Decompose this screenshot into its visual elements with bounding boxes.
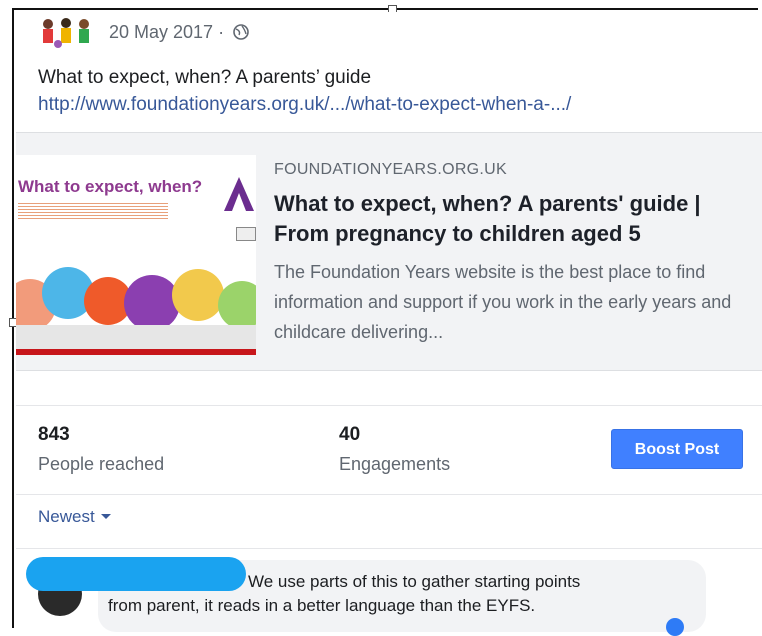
children-faces-image xyxy=(16,267,256,350)
boost-post-button[interactable]: Boost Post xyxy=(611,429,743,469)
engagements-label: Engagements xyxy=(339,454,451,474)
reaction-icon[interactable] xyxy=(666,618,684,636)
engagements-stat[interactable]: 40 Engagements xyxy=(339,424,450,475)
page-avatar[interactable] xyxy=(38,16,102,50)
people-reached-stat[interactable]: 843 People reached xyxy=(38,424,164,475)
post-text: What to expect, when? A parents’ guide xyxy=(38,67,372,88)
thumbnail-footer-bar xyxy=(16,349,256,355)
globe-icon xyxy=(233,24,249,40)
link-thumbnail[interactable]: What to expect, when? xyxy=(16,155,256,355)
facebook-post: 20 May 2017 · What to expect, when? A pa… xyxy=(16,12,762,636)
comment-sort-dropdown[interactable]: Newest xyxy=(38,507,111,527)
card-title[interactable]: What to expect, when? A parents' guide |… xyxy=(274,189,754,249)
link-preview-card[interactable]: What to expect, when? FOUNDATIONYEARS.OR… xyxy=(16,132,762,371)
thumbnail-title: What to expect, when? xyxy=(18,177,203,196)
logo-icon xyxy=(224,177,254,211)
post-date[interactable]: 20 May 2017 · xyxy=(109,22,249,43)
sort-label: Newest xyxy=(38,507,95,526)
card-description: The Foundation Years website is the best… xyxy=(274,262,732,342)
card-domain: FOUNDATIONYEARS.ORG.UK xyxy=(274,161,507,178)
redacted-name xyxy=(26,557,246,591)
card-text: FOUNDATIONYEARS.ORG.UK What to expect, w… xyxy=(274,161,754,347)
engagements-value: 40 xyxy=(339,424,361,445)
thumbnail-subtitle-decoration xyxy=(18,201,168,219)
comment-text-line-1: We use parts of this to gather starting … xyxy=(248,572,581,591)
people-reached-label: People reached xyxy=(38,454,165,474)
divider xyxy=(16,548,762,549)
document-icon xyxy=(236,227,256,241)
post-stats-bar: 843 People reached 40 Engagements Boost … xyxy=(16,405,762,495)
people-reached-value: 843 xyxy=(38,424,70,445)
caret-down-icon xyxy=(100,514,111,519)
comment-text-line-2: from parent, it reads in a better langua… xyxy=(108,596,536,615)
post-link[interactable]: http://www.foundationyears.org.uk/.../wh… xyxy=(38,94,571,116)
